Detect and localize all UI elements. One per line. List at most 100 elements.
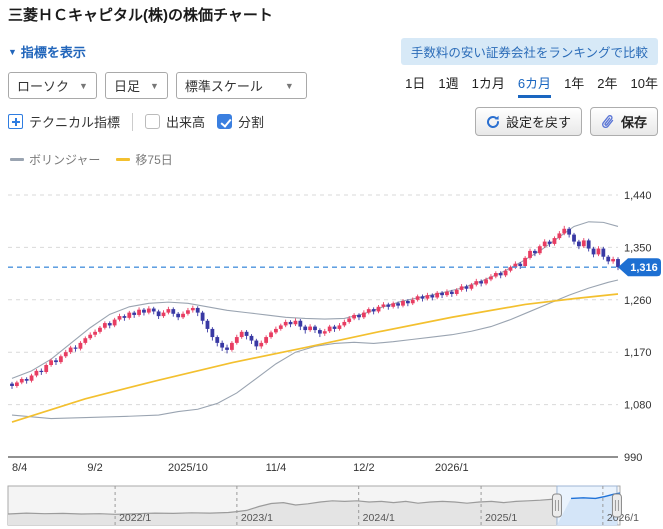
period-tab-2year[interactable]: 2年 — [597, 73, 617, 98]
candle-down — [200, 312, 205, 321]
candle-up — [98, 327, 102, 332]
candle-down — [132, 312, 137, 315]
page-title: 三菱ＨＣキャピタル(株)の株価チャート — [8, 7, 273, 24]
candle-up — [14, 382, 19, 386]
technical-indicator-button[interactable]: テクニカル指標 — [8, 112, 120, 131]
candle-up — [161, 312, 166, 317]
candle-down — [577, 241, 581, 247]
candle-up — [112, 319, 117, 326]
candle-down — [142, 309, 146, 313]
candle-down — [225, 347, 229, 350]
candle-up — [474, 281, 479, 285]
candle-up — [611, 259, 616, 262]
candle-up — [562, 228, 567, 234]
period-tab-1month[interactable]: 1カ月 — [472, 73, 505, 98]
candle-down — [332, 326, 337, 329]
indicator-toggle-label: 指標を表示 — [20, 45, 86, 60]
refresh-icon — [486, 115, 499, 128]
candle-up — [401, 300, 405, 306]
candle-up — [308, 326, 313, 331]
period-tab-6month[interactable]: 6カ月 — [517, 73, 552, 98]
candle-up — [88, 334, 93, 339]
candle-up — [19, 378, 24, 383]
candle-down — [249, 335, 254, 341]
period-tab-1year[interactable]: 1年 — [564, 73, 584, 98]
navigator-left-handle[interactable] — [551, 493, 562, 518]
candle-up — [117, 316, 122, 320]
scale-select[interactable]: 標準スケール ▼ — [175, 72, 307, 99]
candle-up — [259, 342, 264, 347]
broker-ranking-promo-button[interactable]: 手数料の安い証券会社をランキングで比較 — [400, 38, 658, 65]
checkbox-unchecked-icon — [145, 114, 161, 129]
navigator-right-handle[interactable] — [611, 493, 622, 518]
candle-down — [464, 286, 469, 289]
save-button[interactable]: 保存 — [589, 107, 658, 136]
paperclip-icon — [602, 115, 614, 129]
candle-down — [39, 370, 44, 373]
candle-up — [234, 337, 239, 343]
chart-option-selects: ローソク ▼ 日足 ▼ 標準スケール ▼ — [8, 72, 307, 99]
ma75-line-swatch — [116, 158, 131, 161]
candle-up — [342, 321, 347, 326]
period-tab-1week[interactable]: 1週 — [438, 73, 458, 98]
chevron-down-icon: ▼ — [79, 80, 88, 91]
candle-down — [533, 250, 537, 254]
legend-bollinger-label: ボリンジャー — [29, 153, 101, 167]
chevron-down-icon: ▼ — [8, 46, 17, 57]
candle-up — [366, 309, 371, 313]
candle-up — [322, 331, 327, 334]
reset-settings-button[interactable]: 設定を戻す — [474, 107, 582, 136]
candle-down — [254, 340, 259, 347]
x-axis-label: 11/4 — [266, 462, 287, 474]
chevron-down-icon: ▼ — [284, 80, 294, 91]
chart-type-value: ローソク — [17, 79, 70, 94]
x-axis-label: 2025/10 — [168, 462, 208, 474]
candle-up — [347, 318, 352, 322]
candle-down — [151, 308, 156, 312]
candle-up — [274, 328, 278, 333]
candle-down — [440, 292, 444, 296]
legend-bollinger: ボリンジャー — [10, 151, 100, 168]
candle-up — [181, 313, 185, 318]
candle-up — [469, 284, 474, 289]
split-checkbox-label: 分割 — [238, 115, 265, 130]
candle-up — [230, 342, 234, 350]
candle-up — [445, 291, 449, 296]
candle-up — [239, 331, 244, 338]
candle-up — [34, 370, 39, 376]
candle-up — [49, 360, 53, 366]
navigator-year-label: 2022/1 — [119, 512, 151, 524]
save-label: 保存 — [620, 115, 647, 130]
navigator-year-label: 2026/1 — [607, 512, 639, 524]
period-tab-1day[interactable]: 1日 — [405, 73, 425, 98]
candle-up — [93, 331, 97, 335]
divider — [132, 112, 134, 131]
candle-up — [337, 325, 342, 329]
split-checkbox[interactable]: 分割 — [217, 112, 264, 131]
x-axis-label: 9/2 — [87, 462, 102, 474]
candle-down — [449, 291, 454, 294]
candle-up — [127, 312, 132, 318]
candle-down — [10, 383, 14, 386]
interval-select[interactable]: 日足 ▼ — [104, 72, 168, 99]
candle-up — [137, 309, 141, 315]
chart-type-select[interactable]: ローソク ▼ — [8, 72, 97, 99]
technical-indicator-label: テクニカル指標 — [29, 115, 121, 130]
candle-up — [83, 338, 88, 343]
candle-down — [73, 347, 78, 349]
scale-value: 標準スケール — [184, 79, 263, 94]
candle-down — [405, 300, 410, 304]
candle-up — [278, 325, 283, 329]
candle-down — [54, 360, 58, 363]
candle-up — [102, 323, 107, 328]
indicator-toggle-link[interactable]: ▼ 指標を表示 — [8, 42, 86, 61]
candle-down — [357, 314, 361, 318]
y-axis-label: 990 — [624, 452, 642, 464]
candle-up — [78, 342, 83, 349]
volume-checkbox[interactable]: 出来高 — [145, 112, 205, 131]
y-axis-label: 1,440 — [624, 190, 652, 202]
candle-up — [166, 309, 171, 313]
volume-checkbox-label: 出来高 — [166, 115, 206, 130]
candle-down — [171, 309, 176, 314]
period-tab-10year[interactable]: 10年 — [631, 73, 658, 98]
